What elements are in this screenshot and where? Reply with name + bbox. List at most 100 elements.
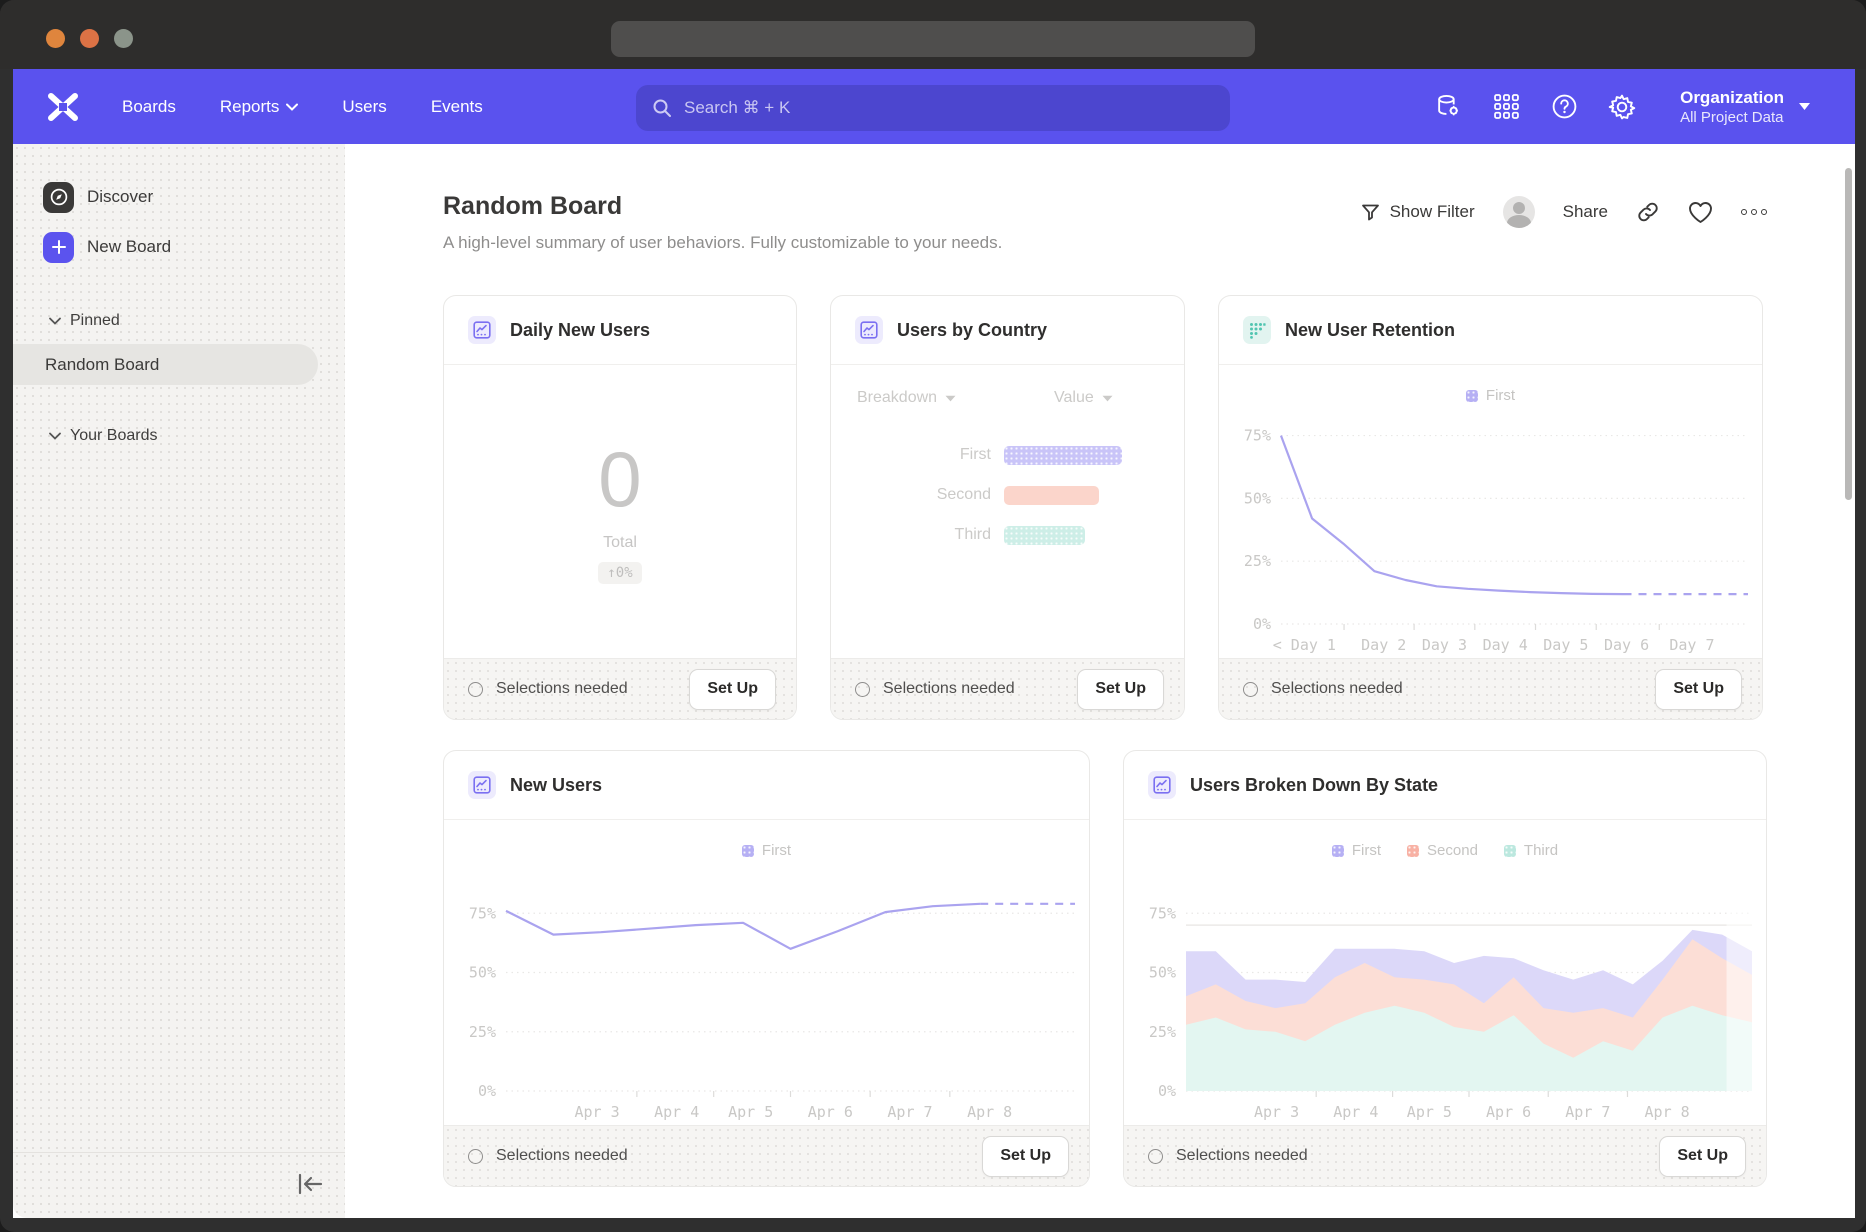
legend-item[interactable]: Second [1407,842,1478,859]
legend-swatch [1466,390,1478,402]
copy-link-icon[interactable] [1636,200,1660,224]
page-title: Random Board [443,192,1002,221]
svg-text:Day 7: Day 7 [1669,636,1714,654]
status-icon [855,682,870,697]
set-up-button[interactable]: Set Up [1659,1136,1746,1177]
plus-icon [43,232,74,263]
svg-text:Apr 6: Apr 6 [808,1103,853,1121]
svg-text:Apr 5: Apr 5 [1407,1103,1452,1121]
svg-text:75%: 75% [1149,904,1176,922]
window-titlebar [0,0,1866,69]
breakdown-row-bar [1004,446,1122,465]
favorite-heart-icon[interactable] [1688,201,1713,224]
zoom-window-button[interactable] [114,29,133,48]
card-daily-new-users: Daily New Users 0 Total ↑0% Selections n… [443,295,797,720]
retention-chart: First 75%50%25%0%< Day 1Day 2Day 3Day 4D… [1219,365,1762,658]
svg-text:25%: 25% [1244,552,1271,570]
status-text: Selections needed [1176,1147,1308,1165]
nav-item-reports[interactable]: Reports [220,97,299,117]
chevron-down-icon [286,103,298,111]
svg-text:Apr 4: Apr 4 [654,1103,699,1121]
mixpanel-logo-icon[interactable] [46,92,80,122]
svg-text:0%: 0% [1253,615,1271,633]
collapse-sidebar-icon[interactable] [297,1172,323,1196]
top-navbar: Boards Reports Users Events Search ⌘ + K [13,69,1855,144]
avatar[interactable] [1503,196,1535,228]
card-new-users: New Users First 75%50%25%0%Apr 3Apr 4Apr… [443,750,1090,1187]
scrollbar-thumb[interactable] [1845,168,1852,500]
sidebar-item-new-board[interactable]: New Board [43,230,345,264]
traffic-lights[interactable] [46,29,133,48]
svg-text:50%: 50% [1149,964,1176,982]
breakdown-column-selector[interactable]: Breakdown [857,389,956,407]
board-actions: Show Filter Share [1361,196,1767,228]
breakdown-row-bar [1004,486,1099,505]
set-up-button[interactable]: Set Up [1655,669,1742,710]
data-management-icon[interactable] [1434,93,1462,121]
legend-item[interactable]: First [1332,842,1381,859]
chart-legend: First [444,842,1089,859]
status-text: Selections needed [496,680,628,698]
chevron-down-icon [1798,102,1811,111]
legend-item[interactable]: Third [1504,842,1558,859]
more-options-icon[interactable] [1741,209,1767,215]
apps-grid-icon[interactable] [1492,93,1520,121]
svg-text:Day 3: Day 3 [1422,636,1467,654]
stacked-area-chart: 75%50%25%0%Apr 3Apr 4Apr 5Apr 6Apr 7Apr … [1124,859,1766,1125]
status-icon [1243,682,1258,697]
svg-text:Day 4: Day 4 [1483,636,1528,654]
legend-swatch [1407,845,1419,857]
sidebar-section-your-boards[interactable]: Your Boards [49,427,345,445]
share-button[interactable]: Share [1563,202,1608,222]
nav-links: Boards Reports Users Events [122,97,483,117]
retention-line-chart: 75%50%25%0%< Day 1Day 2Day 3Day 4Day 5Da… [1219,404,1762,658]
status-icon [468,682,483,697]
minimize-window-button[interactable] [80,29,99,48]
search-placeholder: Search ⌘ + K [684,98,790,118]
status-text: Selections needed [883,680,1015,698]
svg-text:Apr 3: Apr 3 [1254,1103,1299,1121]
discover-icon [43,182,74,213]
org-switcher[interactable]: Organization All Project Data [1680,87,1811,127]
browser-address-bar[interactable] [611,21,1255,57]
svg-text:Day 2: Day 2 [1361,636,1406,654]
nav-item-events[interactable]: Events [431,97,483,117]
nav-item-users[interactable]: Users [342,97,386,117]
svg-text:< Day 1: < Day 1 [1273,636,1336,654]
sidebar: Discover New Board Pinned Random Board Y… [13,144,345,1218]
legend-item[interactable]: First [1466,387,1515,404]
set-up-button[interactable]: Set Up [1077,669,1164,710]
svg-text:Apr 7: Apr 7 [887,1103,932,1121]
global-search-input[interactable]: Search ⌘ + K [636,85,1230,131]
close-window-button[interactable] [46,29,65,48]
legend-swatch [1332,845,1344,857]
svg-text:Apr 3: Apr 3 [574,1103,619,1121]
set-up-button[interactable]: Set Up [689,669,776,710]
show-filter-button[interactable]: Show Filter [1361,202,1475,222]
sidebar-item-random-board[interactable]: Random Board [13,344,318,385]
svg-text:25%: 25% [469,1023,496,1041]
nav-item-boards[interactable]: Boards [122,97,176,117]
sidebar-section-pinned[interactable]: Pinned [49,312,345,330]
set-up-button[interactable]: Set Up [982,1136,1069,1177]
status-icon [1148,1149,1163,1164]
org-name: Organization [1680,87,1784,110]
metric-label: Total [603,534,637,552]
chevron-down-icon [945,395,956,402]
card-title: Users by Country [897,320,1047,341]
help-icon[interactable] [1550,93,1578,121]
card-title: Daily New Users [510,320,650,341]
legend-item[interactable]: First [742,842,791,859]
svg-text:Apr 7: Apr 7 [1565,1103,1610,1121]
legend-swatch [742,845,754,857]
chart-legend: First Second Third [1124,842,1766,859]
sidebar-item-label: Discover [87,187,153,207]
sidebar-item-discover[interactable]: Discover [43,180,345,214]
chevron-down-icon [1102,395,1113,402]
search-icon [652,98,672,118]
value-column-selector[interactable]: Value [1054,389,1113,407]
settings-gear-icon[interactable] [1608,93,1636,121]
svg-text:Apr 6: Apr 6 [1486,1103,1531,1121]
main-content: Random Board A high-level summary of use… [345,144,1855,1218]
org-project: All Project Data [1680,109,1784,126]
